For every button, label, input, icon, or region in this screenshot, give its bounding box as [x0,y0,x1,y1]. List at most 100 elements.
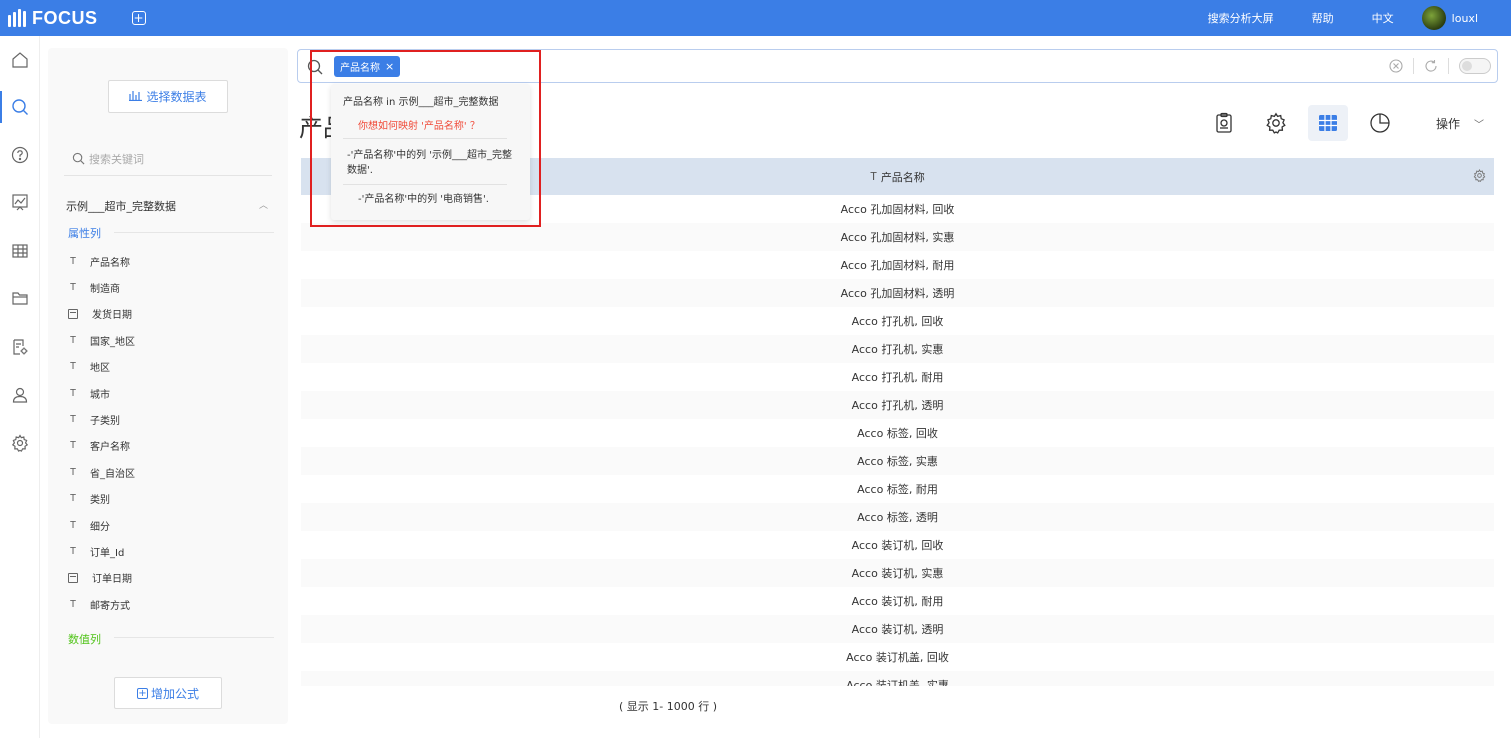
nav-help[interactable] [0,135,40,175]
gear-icon [1266,112,1286,134]
chart-view-button[interactable] [1360,105,1400,141]
clear-icon[interactable] [1389,59,1403,73]
mapping-option[interactable]: -'产品名称'中的列 '电商销售'. [358,192,528,207]
table-row[interactable]: Acco 装订机, 实惠 [301,559,1494,587]
column-name: 客户名称 [90,442,130,454]
table-row[interactable]: Acco 标签, 回收 [301,419,1494,447]
numeric-divider [114,637,274,638]
select-table-button[interactable]: 选择数据表 [108,80,228,113]
nav-dashboard[interactable] [0,182,40,222]
table-view-button[interactable] [1308,105,1348,141]
text-type-icon: T [69,519,77,531]
gear-icon[interactable] [1473,169,1486,182]
nav-settings[interactable] [0,423,40,463]
attribute-divider [114,232,274,233]
nav-folder[interactable] [0,278,40,318]
table-row[interactable]: Acco 孔加固材料, 实惠 [301,223,1494,251]
column-item[interactable]: T 细分 [66,515,110,535]
table-cell: Acco 打孔机, 耐用 [851,371,944,384]
column-item[interactable]: T 类别 [66,489,110,509]
column-item[interactable]: 发货日期 [66,304,132,324]
text-type-icon: T [69,598,77,610]
logo-text: FOCUS [32,7,98,28]
refresh-icon[interactable] [1424,59,1438,73]
nav-data-table[interactable] [0,231,40,271]
keyword-search-input[interactable]: 搜索关键词 [64,142,272,176]
report-button[interactable] [1204,105,1244,141]
help-link[interactable]: 帮助 [1312,10,1334,26]
operations-menu[interactable]: 操作 ﹀ [1436,115,1484,132]
table-row[interactable]: Acco 打孔机, 回收 [301,307,1494,335]
user-icon [12,387,28,403]
table-row[interactable]: Acco 标签, 耐用 [301,475,1494,503]
column-item[interactable]: T 产品名称 [66,251,130,271]
app-logo[interactable]: FOCUS [8,8,98,29]
table-row[interactable]: Acco 孔加固材料, 耐用 [301,251,1494,279]
plus-box-icon: + [136,687,148,699]
column-item[interactable]: T 订单_Id [66,541,124,561]
add-formula-button[interactable]: + 增加公式 [114,677,222,709]
nav-admin[interactable] [0,327,40,367]
text-type-icon: T [69,440,77,452]
language-switch[interactable]: 中文 [1372,10,1394,26]
table-row[interactable]: Acco 打孔机, 实惠 [301,335,1494,363]
column-name: 制造商 [90,283,120,295]
column-item[interactable]: T 省_自治区 [66,462,135,482]
clipboard-icon [1216,112,1232,133]
dataset-name: 示例___超市_完整数据 [66,200,176,213]
add-tab-button[interactable]: + [131,11,146,25]
search-icon [72,152,85,165]
column-item[interactable]: T 国家_地区 [66,330,135,350]
table-cell: Acco 打孔机, 实惠 [851,343,944,356]
close-icon[interactable]: × [385,60,394,73]
table-row[interactable]: Acco 标签, 透明 [301,503,1494,531]
result-table: T 产品名称 Acco 孔加固材料, 回收 Acco 孔加固材料, 实惠 Acco … [301,158,1494,686]
column-item[interactable]: T 城市 [66,383,110,403]
column-name: 地区 [90,363,110,375]
column-item[interactable]: T 邮寄方式 [66,594,130,614]
search-bar[interactable]: 产品名称 × [297,49,1498,83]
table-row[interactable]: Acco 打孔机, 耐用 [301,363,1494,391]
mapping-dropdown: 产品名称 in 示例___超市_完整数据 你想如何映射 '产品名称' ？ -'产… [331,84,530,220]
text-type-icon: T [870,170,877,183]
table-row[interactable]: Acco 装订机盖, 回收 [301,643,1494,671]
table-cell: Acco 孔加固材料, 回收 [840,203,955,216]
table-row[interactable]: Acco 装订机盖, 实惠 [301,671,1494,686]
nav-home[interactable] [0,40,40,80]
search-screen-link[interactable]: 搜索分析大屏 [1208,10,1274,26]
mapping-option[interactable]: -'产品名称'中的列 '示例___超市_完整数据'. [347,148,517,178]
column-name: 类别 [90,495,110,507]
nav-user[interactable] [0,375,40,415]
nav-search[interactable] [0,87,40,127]
chevron-down-icon: ﹀ [1474,120,1485,131]
column-item[interactable]: T 制造商 [66,277,120,297]
search-token[interactable]: 产品名称 × [334,56,401,77]
table-row[interactable]: Acco 打孔机, 透明 [301,391,1494,419]
dataset-header[interactable]: 示例___超市_完整数据 ︿ [66,198,272,214]
table-row[interactable]: Acco 装订机, 耐用 [301,587,1494,615]
settings-button[interactable] [1256,105,1296,141]
column-item[interactable]: T 客户名称 [66,436,130,456]
table-cell: Acco 打孔机, 回收 [851,315,944,328]
dropdown-divider [343,138,507,139]
settings-doc-icon [13,339,28,355]
table-row[interactable]: Acco 装订机, 透明 [301,615,1494,643]
table-cell: Acco 装订机盖, 回收 [846,651,949,664]
table-row[interactable]: Acco 装订机, 回收 [301,531,1494,559]
mode-toggle[interactable] [1459,58,1491,74]
avatar[interactable] [1421,6,1446,30]
username[interactable]: louxl [1452,12,1478,25]
table-row[interactable]: Acco 孔加固材料, 透明 [301,279,1494,307]
column-item[interactable]: 订单日期 [66,568,132,588]
column-item[interactable]: T 子类别 [66,409,120,429]
column-item[interactable]: T 地区 [66,357,110,377]
text-type-icon: T [69,466,77,478]
table-cell: Acco 装订机, 耐用 [851,595,944,608]
chevron-up-icon[interactable]: ︿ [259,198,268,211]
table-icon [1319,115,1337,131]
table-cell: Acco 打孔机, 透明 [851,399,944,412]
table-row[interactable]: Acco 标签, 实惠 [301,447,1494,475]
table-icon [12,244,28,258]
dropdown-divider [343,184,507,185]
date-type-icon [68,308,78,319]
